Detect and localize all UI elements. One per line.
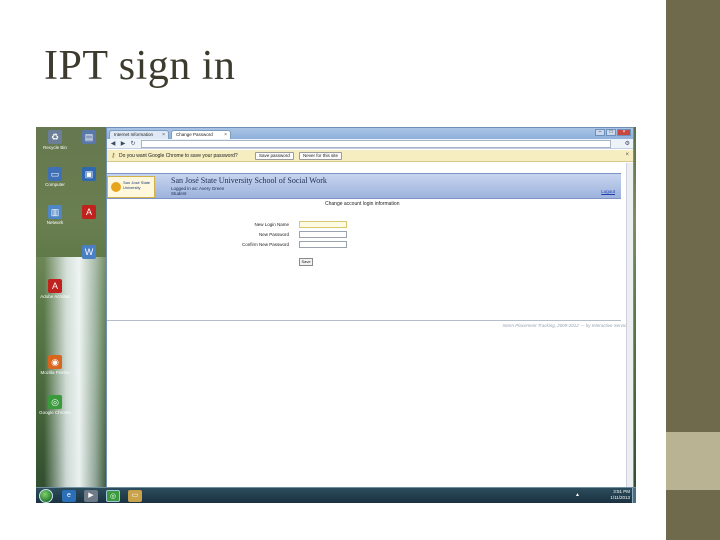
logout-link[interactable]: Logout: [601, 189, 615, 194]
browser-window: Internet Information × Change Password ×…: [106, 127, 634, 488]
acrobat-shortcut-icon[interactable]: A: [72, 205, 106, 219]
reload-icon[interactable]: ↻: [129, 140, 137, 148]
key-icon: ⚷: [111, 153, 116, 159]
slide: IPT sign in ♻ Recycle Bin ▭ Computer ▥ N…: [0, 0, 720, 540]
new-login-input[interactable]: [299, 221, 347, 228]
save-password-button[interactable]: Save password: [255, 152, 294, 160]
close-icon[interactable]: ×: [625, 152, 629, 158]
tray-expand-icon[interactable]: ▲: [575, 492, 580, 498]
slide-title: IPT sign in: [44, 43, 236, 89]
confirm-password-row: Confirm New Password: [197, 241, 289, 249]
recycle-bin-icon[interactable]: ♻ Recycle Bin: [38, 130, 72, 150]
document-icon[interactable]: W: [72, 245, 106, 259]
shortcut-icon[interactable]: ▤: [72, 130, 106, 144]
slide-side-accent: [666, 432, 720, 490]
close-icon[interactable]: ×: [162, 131, 165, 139]
address-bar[interactable]: [141, 140, 611, 148]
footer-text: Intern Placement Tracking, 2009-2012 — b…: [502, 323, 631, 328]
maximize-button[interactable]: □: [606, 129, 616, 136]
firefox-icon[interactable]: ◉ Mozilla Firefox: [38, 355, 72, 375]
clock-date: 1/11/2013: [610, 495, 630, 500]
chrome-icon[interactable]: ◎ Google Chrome: [38, 395, 72, 415]
start-button[interactable]: [39, 489, 53, 503]
minimize-button[interactable]: –: [595, 129, 605, 136]
vertical-scrollbar[interactable]: [626, 163, 633, 488]
user-info: Logged in as: Avery Green Student: [171, 186, 224, 196]
never-for-this-site-button[interactable]: Never for this site: [299, 152, 343, 160]
new-password-input[interactable]: [299, 231, 347, 238]
new-login-row: New Login Name: [197, 221, 289, 229]
confirm-password-label: Confirm New Password: [241, 242, 289, 247]
acrobat-icon[interactable]: A Adobe Acrobat: [38, 279, 72, 299]
network-icon[interactable]: ▥ Network: [38, 205, 72, 225]
taskbar: e ▶ ◎ ▭ ▲ 3:51 PM 1/11/2013: [36, 487, 636, 503]
media-player-icon[interactable]: ▶: [84, 490, 98, 502]
tab-internet-information[interactable]: Internet Information ×: [109, 130, 169, 139]
footer-divider: [107, 320, 621, 321]
new-login-label: New Login Name: [254, 222, 289, 227]
tab-label: Internet Information: [114, 132, 154, 137]
tab-strip: Internet Information × Change Password ×…: [107, 128, 633, 139]
university-logo[interactable]: San José State University: [107, 176, 155, 198]
browser-toolbar: ◀ ▶ ↻ ⚙: [107, 139, 633, 149]
school-name: San José State University School of Soci…: [171, 176, 327, 185]
forward-icon[interactable]: ▶: [119, 140, 127, 148]
computer-icon[interactable]: ▭ Computer: [38, 167, 72, 187]
close-window-button[interactable]: ×: [617, 129, 631, 136]
close-icon[interactable]: ×: [224, 131, 227, 139]
chrome-taskbar-icon[interactable]: ◎: [106, 490, 120, 502]
screenshot-image: ♻ Recycle Bin ▭ Computer ▥ Network A Ado…: [36, 127, 636, 503]
tab-change-password[interactable]: Change Password ×: [171, 130, 231, 139]
save-password-infobar: ⚷ Do you want Google Chrome to save your…: [107, 150, 633, 162]
shortcut-icon[interactable]: ▣: [72, 167, 106, 181]
form-title: Change account login information: [325, 201, 400, 207]
folder-icon[interactable]: ▭: [128, 490, 142, 502]
wrench-icon[interactable]: ⚙: [625, 140, 630, 147]
show-desktop-button[interactable]: [632, 488, 636, 503]
system-clock[interactable]: 3:51 PM 1/11/2013: [610, 489, 630, 501]
web-page: San José State University San José State…: [107, 163, 633, 488]
infobar-message: Do you want Google Chrome to save your p…: [119, 153, 238, 159]
new-password-row: New Password: [197, 231, 289, 239]
sun-logo-icon: [111, 182, 121, 192]
tab-label: Change Password: [176, 132, 213, 137]
site-header: San José State University San José State…: [107, 173, 621, 199]
logo-text: San José State University: [123, 180, 151, 190]
window-controls: – □ ×: [595, 129, 631, 136]
new-password-label: New Password: [258, 232, 289, 237]
confirm-password-input[interactable]: [299, 241, 347, 248]
save-button[interactable]: Save: [299, 258, 313, 266]
user-role: Student: [171, 191, 187, 196]
internet-explorer-icon[interactable]: e: [62, 490, 76, 502]
back-icon[interactable]: ◀: [109, 140, 117, 148]
